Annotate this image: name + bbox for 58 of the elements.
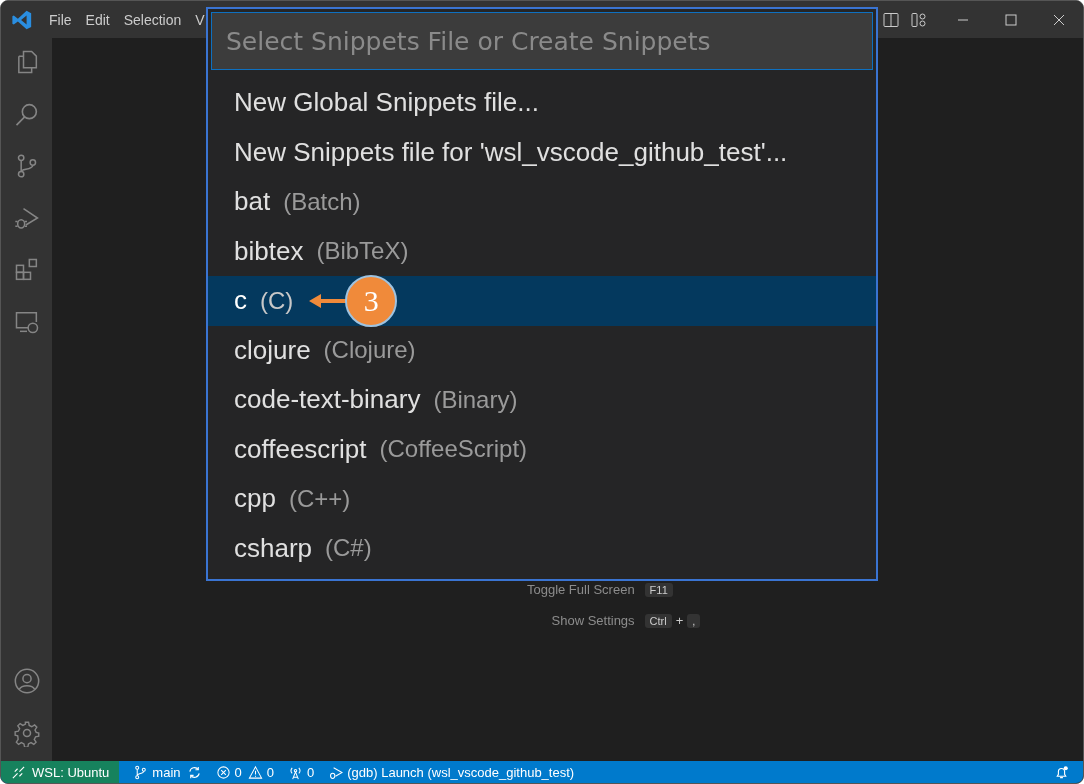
list-item[interactable]: New Snippets file for 'wsl_vscode_github_test'... bbox=[208, 127, 876, 177]
item-description: (C) bbox=[260, 286, 294, 315]
list-item[interactable]: code-text-binary (Binary) bbox=[208, 375, 876, 425]
list-item[interactable]: New Global Snippets file... bbox=[208, 78, 876, 128]
list-item[interactable]: coffeescript (CoffeeScript) bbox=[208, 424, 876, 474]
hint-label: Toggle Full Screen bbox=[525, 582, 635, 597]
item-label: cpp bbox=[234, 483, 276, 515]
list-item[interactable]: cpp (C++) bbox=[208, 474, 876, 524]
list-item[interactable]: csharp (C#) bbox=[208, 523, 876, 573]
menu-item[interactable]: File bbox=[49, 11, 72, 28]
menu-item[interactable]: Edit bbox=[85, 11, 110, 28]
item-description: (Clojure) bbox=[323, 336, 416, 365]
list-item[interactable]: bat (Batch) bbox=[208, 177, 876, 227]
key-joiner: + bbox=[675, 613, 684, 628]
keyboard-key: Ctrl bbox=[644, 613, 672, 628]
item-description: (C#) bbox=[325, 534, 372, 563]
item-label: code-text-binary bbox=[234, 384, 421, 416]
branch-icon[interactable] bbox=[133, 764, 149, 780]
item-label: New Snippets file for 'wsl_vscode_github_test'... bbox=[234, 136, 788, 168]
item-label: clojure bbox=[234, 334, 311, 366]
remote-indicator[interactable]: WSL: Ubuntu bbox=[1, 761, 120, 783]
list-item[interactable]: clojure (Clojure) bbox=[208, 325, 876, 375]
menu-item[interactable]: V bbox=[195, 11, 205, 28]
error-icon[interactable] bbox=[215, 764, 231, 780]
item-label: bat bbox=[234, 186, 271, 218]
menu-item[interactable]: Selection bbox=[123, 11, 182, 28]
item-label: coffeescript bbox=[234, 433, 367, 465]
item-description: (Batch) bbox=[283, 187, 361, 216]
maximize-icon[interactable] bbox=[1005, 13, 1017, 26]
layout-grid-icon[interactable] bbox=[911, 11, 927, 28]
account-icon[interactable] bbox=[12, 667, 41, 695]
close-icon[interactable] bbox=[1053, 13, 1065, 26]
item-description: (Binary) bbox=[433, 385, 518, 414]
debug-launch-config[interactable]: (gdb) Launch (wsl_vscode_github_test) bbox=[347, 764, 575, 780]
layout-split-icon[interactable] bbox=[883, 11, 899, 28]
list-item[interactable]: bibtex (BibTeX) bbox=[208, 226, 876, 276]
item-label: c bbox=[234, 285, 247, 317]
hint-label: Show Settings bbox=[550, 613, 635, 628]
settings-icon[interactable] bbox=[12, 719, 41, 747]
keyboard-key: F11 bbox=[644, 582, 673, 597]
branch-name[interactable]: main bbox=[152, 764, 181, 780]
keyboard-key: , bbox=[687, 613, 701, 628]
search-field[interactable]: Select Snippets File or Create Snippets bbox=[211, 12, 873, 70]
item-description: (CoffeeScript) bbox=[379, 435, 528, 464]
error-count[interactable]: 0 bbox=[234, 764, 242, 780]
sync-icon[interactable] bbox=[186, 764, 202, 780]
app-logo-icon bbox=[11, 8, 33, 31]
item-description: (C++) bbox=[288, 484, 351, 513]
item-label: bibtex bbox=[234, 235, 304, 267]
warning-count[interactable]: 0 bbox=[266, 764, 274, 780]
ports-count[interactable]: 0 bbox=[307, 764, 315, 780]
bell-icon[interactable] bbox=[1054, 764, 1069, 780]
item-label: csharp bbox=[234, 532, 313, 564]
item-description: (BibTeX) bbox=[316, 237, 409, 266]
item-label: New Global Snippets file... bbox=[234, 87, 539, 119]
step-number: 3 bbox=[345, 274, 398, 327]
warning-icon[interactable] bbox=[247, 764, 263, 780]
list-item[interactable]: c (C) 3 bbox=[208, 276, 876, 326]
